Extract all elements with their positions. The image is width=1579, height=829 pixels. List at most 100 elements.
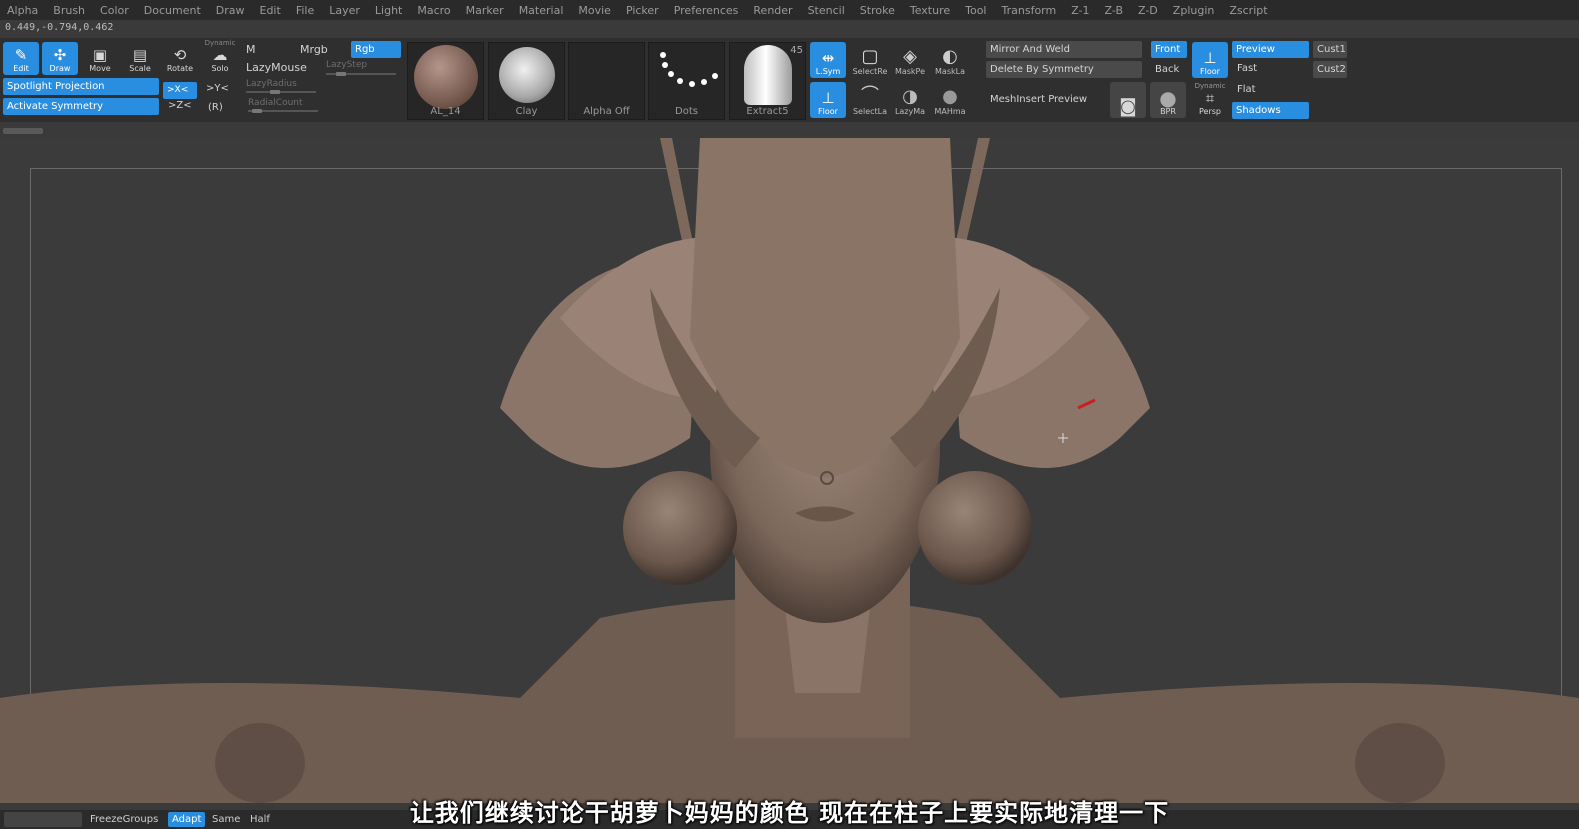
spotlight-projection-button[interactable]: Spotlight Projection xyxy=(3,78,159,95)
selectlasso-tool[interactable]: ⌒ SelectLa xyxy=(850,82,890,118)
alpha-label: AL_14 xyxy=(430,106,461,117)
menu-z-b[interactable]: Z-B xyxy=(1098,4,1131,17)
z-axis-toggle[interactable]: >Z< xyxy=(168,100,192,111)
back-button[interactable]: Back xyxy=(1155,64,1179,75)
shadows-button[interactable]: Shadows xyxy=(1232,102,1309,119)
rgb-toggle[interactable]: Rgb xyxy=(351,41,401,58)
sculpt-model xyxy=(0,138,1579,803)
front-button[interactable]: Front xyxy=(1151,41,1187,58)
menu-marker[interactable]: Marker xyxy=(459,4,512,17)
maskpen-label: MaskPe xyxy=(894,67,926,76)
selectlasso-icon: ⌒ xyxy=(861,85,879,106)
draw-label: Draw xyxy=(49,64,71,73)
y-axis-toggle[interactable]: >Y< xyxy=(206,83,229,94)
menu-picker[interactable]: Picker xyxy=(619,4,667,17)
menu-stroke[interactable]: Stroke xyxy=(853,4,903,17)
stroke-thumbnail[interactable]: Dots xyxy=(648,42,725,120)
radialcount-knob[interactable] xyxy=(252,109,262,113)
bpr-sphere-icon: ● xyxy=(1159,86,1177,110)
mirror-and-weld-button[interactable]: Mirror And Weld xyxy=(986,41,1142,58)
persp-button[interactable]: Dynamic ⌗ Persp xyxy=(1192,80,1228,118)
menu-transform[interactable]: Transform xyxy=(995,4,1065,17)
masklasso-tool[interactable]: ◐ MaskLa xyxy=(930,42,970,78)
menu-color[interactable]: Color xyxy=(93,4,137,17)
bpr-label: BPR xyxy=(1160,107,1176,116)
activate-symmetry-button[interactable]: Activate Symmetry xyxy=(3,98,159,115)
menu-zplugin[interactable]: Zplugin xyxy=(1166,4,1223,17)
rotate-button[interactable]: ⟲ Rotate xyxy=(162,42,198,75)
meshinsert-preview-button[interactable]: MeshInsert Preview xyxy=(990,94,1087,105)
bpr-button[interactable]: ● BPR xyxy=(1150,82,1186,118)
menu-material[interactable]: Material xyxy=(512,4,572,17)
floor-grid-button[interactable]: ⊥ Floor xyxy=(1192,42,1228,78)
selectrect-label: SelectRe xyxy=(852,67,888,76)
delete-by-symmetry-button[interactable]: Delete By Symmetry xyxy=(986,61,1142,78)
lsym-button[interactable]: ⇹ L.Sym xyxy=(810,42,846,78)
lazystep-knob[interactable] xyxy=(336,72,346,76)
masklasso-label: MaskLa xyxy=(935,67,965,76)
menu-preferences[interactable]: Preferences xyxy=(667,4,747,17)
camera-icon: ◙ xyxy=(1119,96,1137,117)
menu-alpha[interactable]: Alpha xyxy=(0,4,46,17)
canvas-viewport[interactable] xyxy=(0,138,1579,803)
flat-button[interactable]: Flat xyxy=(1237,84,1256,95)
scale-button[interactable]: ▤ Scale xyxy=(122,42,158,75)
snapshot-button[interactable]: ◙ xyxy=(1110,82,1146,118)
radial-toggle[interactable]: (R) xyxy=(208,102,223,113)
masklasso-icon: ◐ xyxy=(942,46,958,67)
maskpen-tool[interactable]: ◈ MaskPe xyxy=(890,42,930,78)
lazyradius-slider[interactable] xyxy=(246,91,316,93)
rotate-label: Rotate xyxy=(166,64,194,73)
lazyradius-knob[interactable] xyxy=(270,90,280,94)
menu-layer[interactable]: Layer xyxy=(322,4,368,17)
fast-button[interactable]: Fast xyxy=(1237,63,1257,74)
alpha-thumbnail[interactable]: AL_14 xyxy=(407,42,484,120)
lazymatcap-tool[interactable]: ◑ LazyMa xyxy=(890,82,930,118)
menu-zscript[interactable]: Zscript xyxy=(1222,4,1275,17)
persp-label: Persp xyxy=(1199,107,1221,116)
draw-button[interactable]: ✣ Draw xyxy=(42,42,78,75)
move-button[interactable]: ▣ Move xyxy=(82,42,118,75)
shelf-scroll-thumb[interactable] xyxy=(3,128,43,134)
menu-movie[interactable]: Movie xyxy=(571,4,619,17)
cust1-button[interactable]: Cust1 xyxy=(1313,41,1347,58)
preview-button[interactable]: Preview xyxy=(1232,41,1309,58)
material-thumbnail[interactable]: 45 Extract5 xyxy=(729,42,806,120)
cursor-coordinates: 0.449,-0.794,0.462 xyxy=(5,22,114,33)
menu-macro[interactable]: Macro xyxy=(410,4,458,17)
extract-count: 45 xyxy=(790,45,803,56)
dots-stroke-icon xyxy=(660,52,718,87)
selectrect-tool[interactable]: ▢ SelectRe xyxy=(850,42,890,78)
menu-texture[interactable]: Texture xyxy=(903,4,958,17)
stroke-label: Dots xyxy=(675,106,698,117)
menu-document[interactable]: Document xyxy=(137,4,209,17)
floor-icon: ⊥ xyxy=(821,89,835,107)
menu-bar: Alpha Brush Color Document Draw Edit File Layer… xyxy=(0,0,1579,20)
lazymouse-toggle[interactable]: LazyMouse xyxy=(246,61,307,74)
mrgb-toggle[interactable]: Mrgb xyxy=(300,43,328,56)
menu-edit[interactable]: Edit xyxy=(253,4,289,17)
lsym-icon: ⇹ xyxy=(821,49,835,67)
alpha-off-thumbnail[interactable]: Alpha Off xyxy=(568,42,645,120)
menu-file[interactable]: File xyxy=(289,4,322,17)
cust2-button[interactable]: Cust2 xyxy=(1313,61,1347,78)
menu-stencil[interactable]: Stencil xyxy=(801,4,853,17)
mahma-tool[interactable]: ● MAHma xyxy=(930,82,970,118)
brush-thumbnail[interactable]: Clay xyxy=(488,42,565,120)
solo-icon: ☁ xyxy=(212,46,228,64)
menu-z-1[interactable]: Z-1 xyxy=(1064,4,1097,17)
m-toggle[interactable]: M xyxy=(246,43,256,56)
scale-icon: ▤ xyxy=(132,46,148,64)
floor-button[interactable]: ⊥ Floor xyxy=(810,82,846,118)
menu-draw[interactable]: Draw xyxy=(209,4,253,17)
edit-button[interactable]: ✎ Edit xyxy=(3,42,39,75)
menu-light[interactable]: Light xyxy=(368,4,410,17)
menu-z-d[interactable]: Z-D xyxy=(1131,4,1166,17)
solo-label: Solo xyxy=(211,64,229,73)
x-axis-toggle[interactable]: >X< xyxy=(163,82,197,99)
menu-render[interactable]: Render xyxy=(746,4,800,17)
solo-button[interactable]: Dynamic ☁ Solo xyxy=(203,39,237,75)
menu-tool[interactable]: Tool xyxy=(958,4,994,17)
menu-brush[interactable]: Brush xyxy=(46,4,93,17)
maskpen-icon: ◈ xyxy=(903,46,917,67)
